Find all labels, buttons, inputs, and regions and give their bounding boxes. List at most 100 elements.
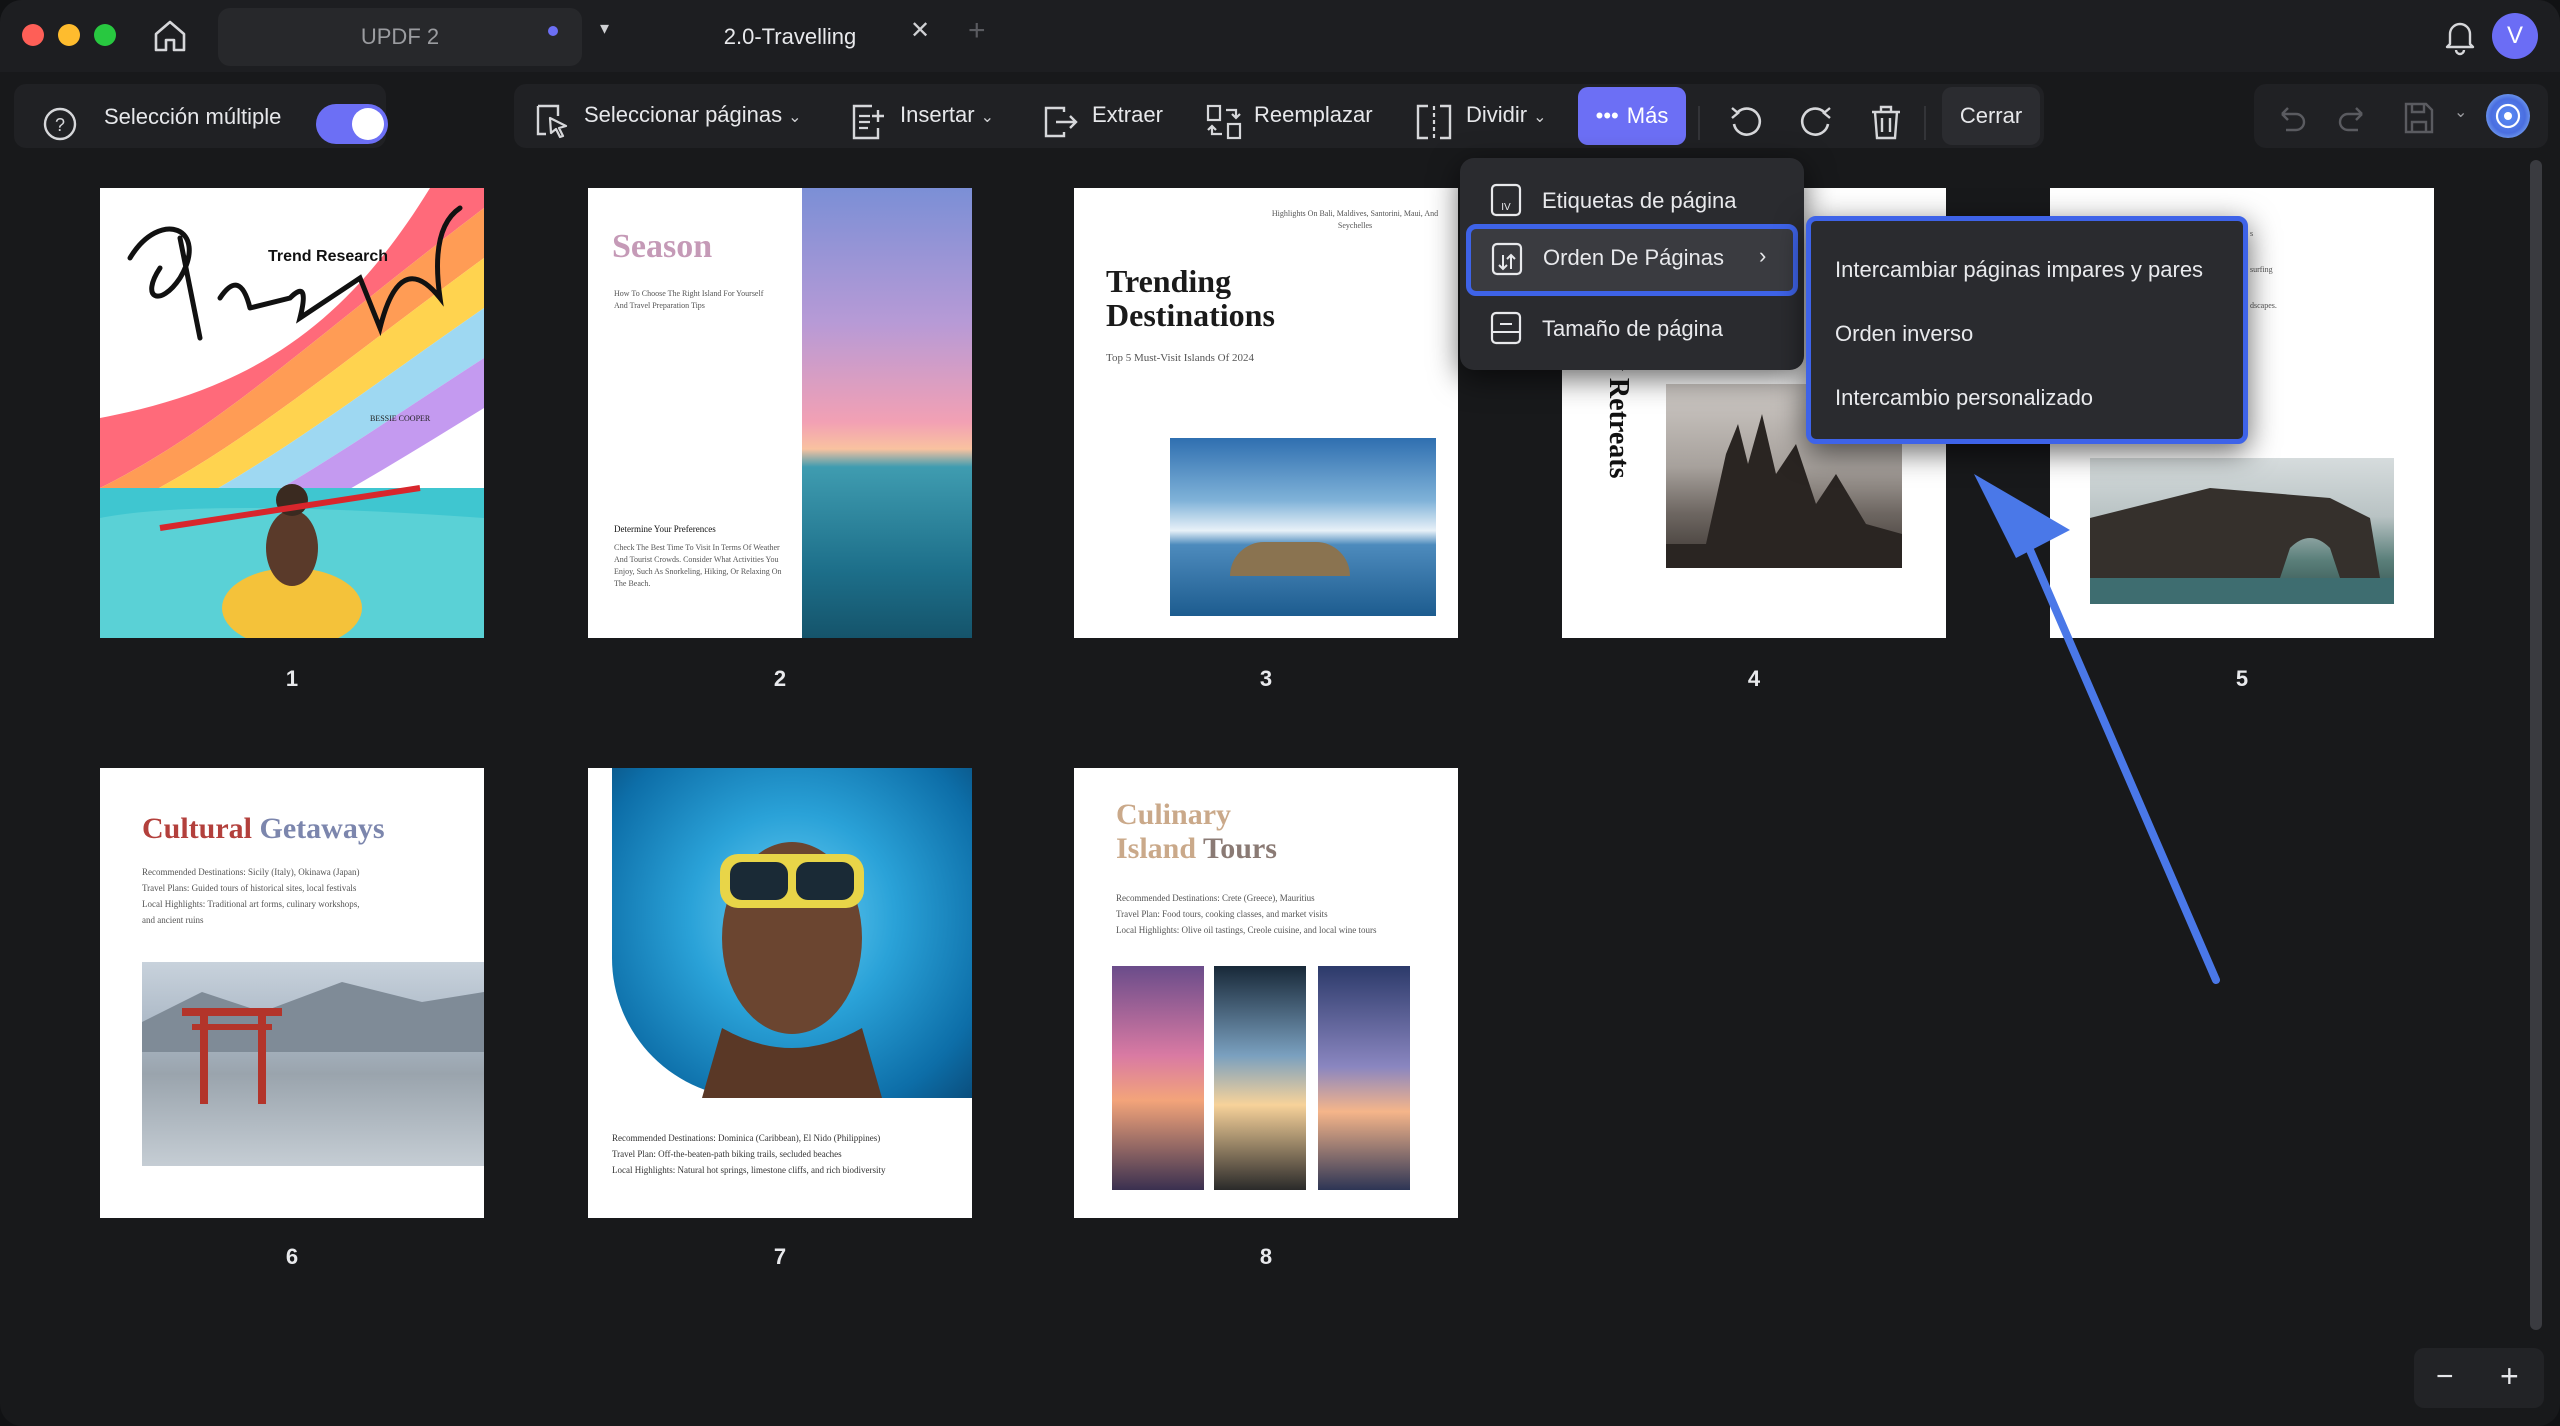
zoom-in-button[interactable]: + — [2500, 1358, 2519, 1395]
chevron-down-icon[interactable]: ⌄ — [2454, 102, 2467, 122]
sunset-photo — [802, 188, 972, 638]
text-line: Travel Plan: Food tours, cooking classes… — [1116, 909, 1328, 919]
undo-icon[interactable] — [2270, 98, 2310, 138]
extract-icon[interactable] — [1040, 102, 1080, 142]
text-line: Recommended Destinations: Crete (Greece)… — [1116, 893, 1315, 903]
replace-button[interactable]: Reemplazar — [1254, 102, 1373, 128]
multi-select-toggle[interactable] — [316, 104, 388, 144]
page-thumbnail[interactable]: Culinary Island Tours Recommended Destin… — [1074, 768, 1458, 1218]
menu-item-label: Orden De Páginas — [1543, 245, 1724, 270]
title-part: Culinary — [1116, 798, 1232, 831]
new-tab-icon[interactable]: + — [968, 14, 986, 48]
extract-button[interactable]: Extraer — [1092, 102, 1163, 128]
ai-assistant-icon[interactable] — [2486, 94, 2530, 138]
split-button[interactable]: Dividir ⌄ — [1466, 102, 1547, 128]
menu-item-reverse-order[interactable]: Orden inverso — [1835, 321, 1973, 347]
title-line: Destinations — [1106, 297, 1275, 333]
split-label: Dividir — [1466, 102, 1528, 127]
page-heading: Determine Your Preferences — [614, 524, 716, 534]
page-number: 8 — [1259, 1244, 1273, 1269]
history-group: ⌄ — [2254, 84, 2548, 148]
tab-document[interactable]: 2.0-Travelling — [640, 8, 940, 66]
save-icon[interactable] — [2398, 98, 2438, 138]
close-tab-icon[interactable]: ✕ — [910, 16, 930, 45]
rotate-left-icon[interactable] — [1726, 102, 1766, 142]
page-order-submenu: Intercambiar páginas impares y pares Ord… — [1806, 216, 2248, 444]
trash-icon[interactable] — [1866, 102, 1906, 142]
page-number: 2 — [773, 666, 787, 691]
maximize-window-button[interactable] — [94, 24, 116, 46]
page-size-icon — [1490, 311, 1522, 345]
toolbar: ? Selección múltiple Seleccionar páginas… — [0, 76, 2560, 156]
close-button[interactable]: Cerrar — [1942, 87, 2040, 145]
page-labels-icon: IV — [1490, 183, 1522, 217]
chevron-right-icon: › — [1759, 243, 1767, 268]
page-order-icon — [1491, 242, 1523, 276]
page-title: Season — [612, 228, 713, 265]
page-title: Cultural Getaways — [142, 812, 385, 846]
beach-photo-3 — [1318, 966, 1410, 1190]
annotation-arrow — [1974, 474, 2220, 984]
page-text: How To Choose The Right Island For Yours… — [614, 289, 764, 310]
redo-icon[interactable] — [2334, 98, 2374, 138]
more-button[interactable]: ••• Más — [1578, 87, 1686, 145]
split-icon[interactable] — [1414, 102, 1454, 142]
zoom-out-button[interactable]: − — [2436, 1360, 2454, 1394]
page-thumbnail[interactable]: Highlights On Bali, Maldives, Santorini,… — [1074, 188, 1458, 638]
page-text: Check The Best Time To Visit In Terms Of… — [614, 543, 782, 588]
page-title: Culinary Island Tours — [1116, 798, 1277, 866]
divider — [1924, 106, 1926, 140]
page-title: Trending Destinations — [1106, 264, 1275, 332]
insert-label: Insertar — [900, 102, 975, 127]
chevron-down-icon: ⌄ — [980, 109, 994, 126]
page-thumbnail[interactable]: Recommended Destinations: Dominica (Cari… — [588, 768, 972, 1218]
page-thumbnail[interactable]: Trend Research BESSIE COOPER — [100, 188, 484, 638]
select-pages-icon[interactable] — [532, 102, 572, 142]
title-part: Cultural — [142, 812, 260, 845]
select-pages-button[interactable]: Seleccionar páginas ⌄ — [584, 102, 802, 128]
island-shape — [1230, 542, 1350, 576]
beach-photo-1 — [1112, 966, 1204, 1190]
beach-photo-2 — [1214, 966, 1306, 1190]
menu-item-page-labels[interactable]: IV Etiquetas de página — [1460, 170, 1804, 230]
close-window-button[interactable] — [22, 24, 44, 46]
cover-author: BESSIE COOPER — [370, 414, 431, 423]
diver-shape — [702, 842, 882, 1098]
help-icon[interactable]: ? — [42, 106, 78, 142]
page-thumbnail[interactable]: Cultural Getaways Recommended Destinatio… — [100, 768, 484, 1218]
more-label: Más — [1626, 103, 1669, 128]
insert-button[interactable]: Insertar ⌄ — [900, 102, 994, 128]
rotate-right-icon[interactable] — [1796, 102, 1836, 142]
menu-item-swap-odd-even[interactable]: Intercambiar páginas impares y pares — [1835, 257, 2203, 283]
page-text-block: Recommended Destinations: Dominica (Cari… — [612, 1130, 962, 1178]
avatar[interactable]: V — [2492, 13, 2538, 59]
more-menu: IV Etiquetas de página Orden De Páginas … — [1460, 158, 1804, 370]
scrollbar[interactable] — [2530, 160, 2542, 1330]
minimize-window-button[interactable] — [58, 24, 80, 46]
page-text: s surfing dscapes. — [2250, 229, 2277, 310]
text-line: and ancient ruins — [142, 915, 204, 925]
tab-label: 2.0-Travelling — [723, 24, 857, 49]
tab-updf[interactable]: UPDF 2 — [218, 8, 582, 66]
menu-item-page-size[interactable]: Tamaño de página — [1460, 298, 1804, 358]
text-line: Recommended Destinations: Dominica (Cari… — [612, 1133, 881, 1143]
home-icon[interactable] — [150, 16, 190, 56]
page-text-block: Recommended Destinations: Sicily (Italy)… — [142, 864, 462, 928]
island-photo — [1170, 438, 1436, 616]
menu-item-custom-swap[interactable]: Intercambio personalizado — [1835, 385, 2093, 411]
page-number: 4 — [1747, 666, 1761, 691]
menu-item-page-order[interactable]: Orden De Páginas › — [1466, 224, 1798, 296]
chevron-down-icon[interactable]: ▾ — [600, 18, 609, 39]
svg-text:?: ? — [55, 115, 65, 135]
bell-icon[interactable] — [2440, 16, 2480, 56]
title-part: Getaways — [259, 812, 385, 845]
page-number: 6 — [285, 1244, 299, 1269]
insert-icon[interactable] — [848, 102, 888, 142]
replace-icon[interactable] — [1204, 102, 1244, 142]
page-number: 7 — [773, 1244, 787, 1269]
page-thumbnail[interactable]: Season How To Choose The Right Island Fo… — [588, 188, 972, 638]
svg-text:IV: IV — [1501, 202, 1511, 213]
page-text: Highlights On Bali, Maldives, Santorini,… — [1271, 209, 1439, 230]
title-bar: UPDF 2 ▾ 2.0-Travelling ✕ + V — [0, 0, 2560, 72]
text-line: Recommended Destinations: Sicily (Italy)… — [142, 867, 360, 877]
